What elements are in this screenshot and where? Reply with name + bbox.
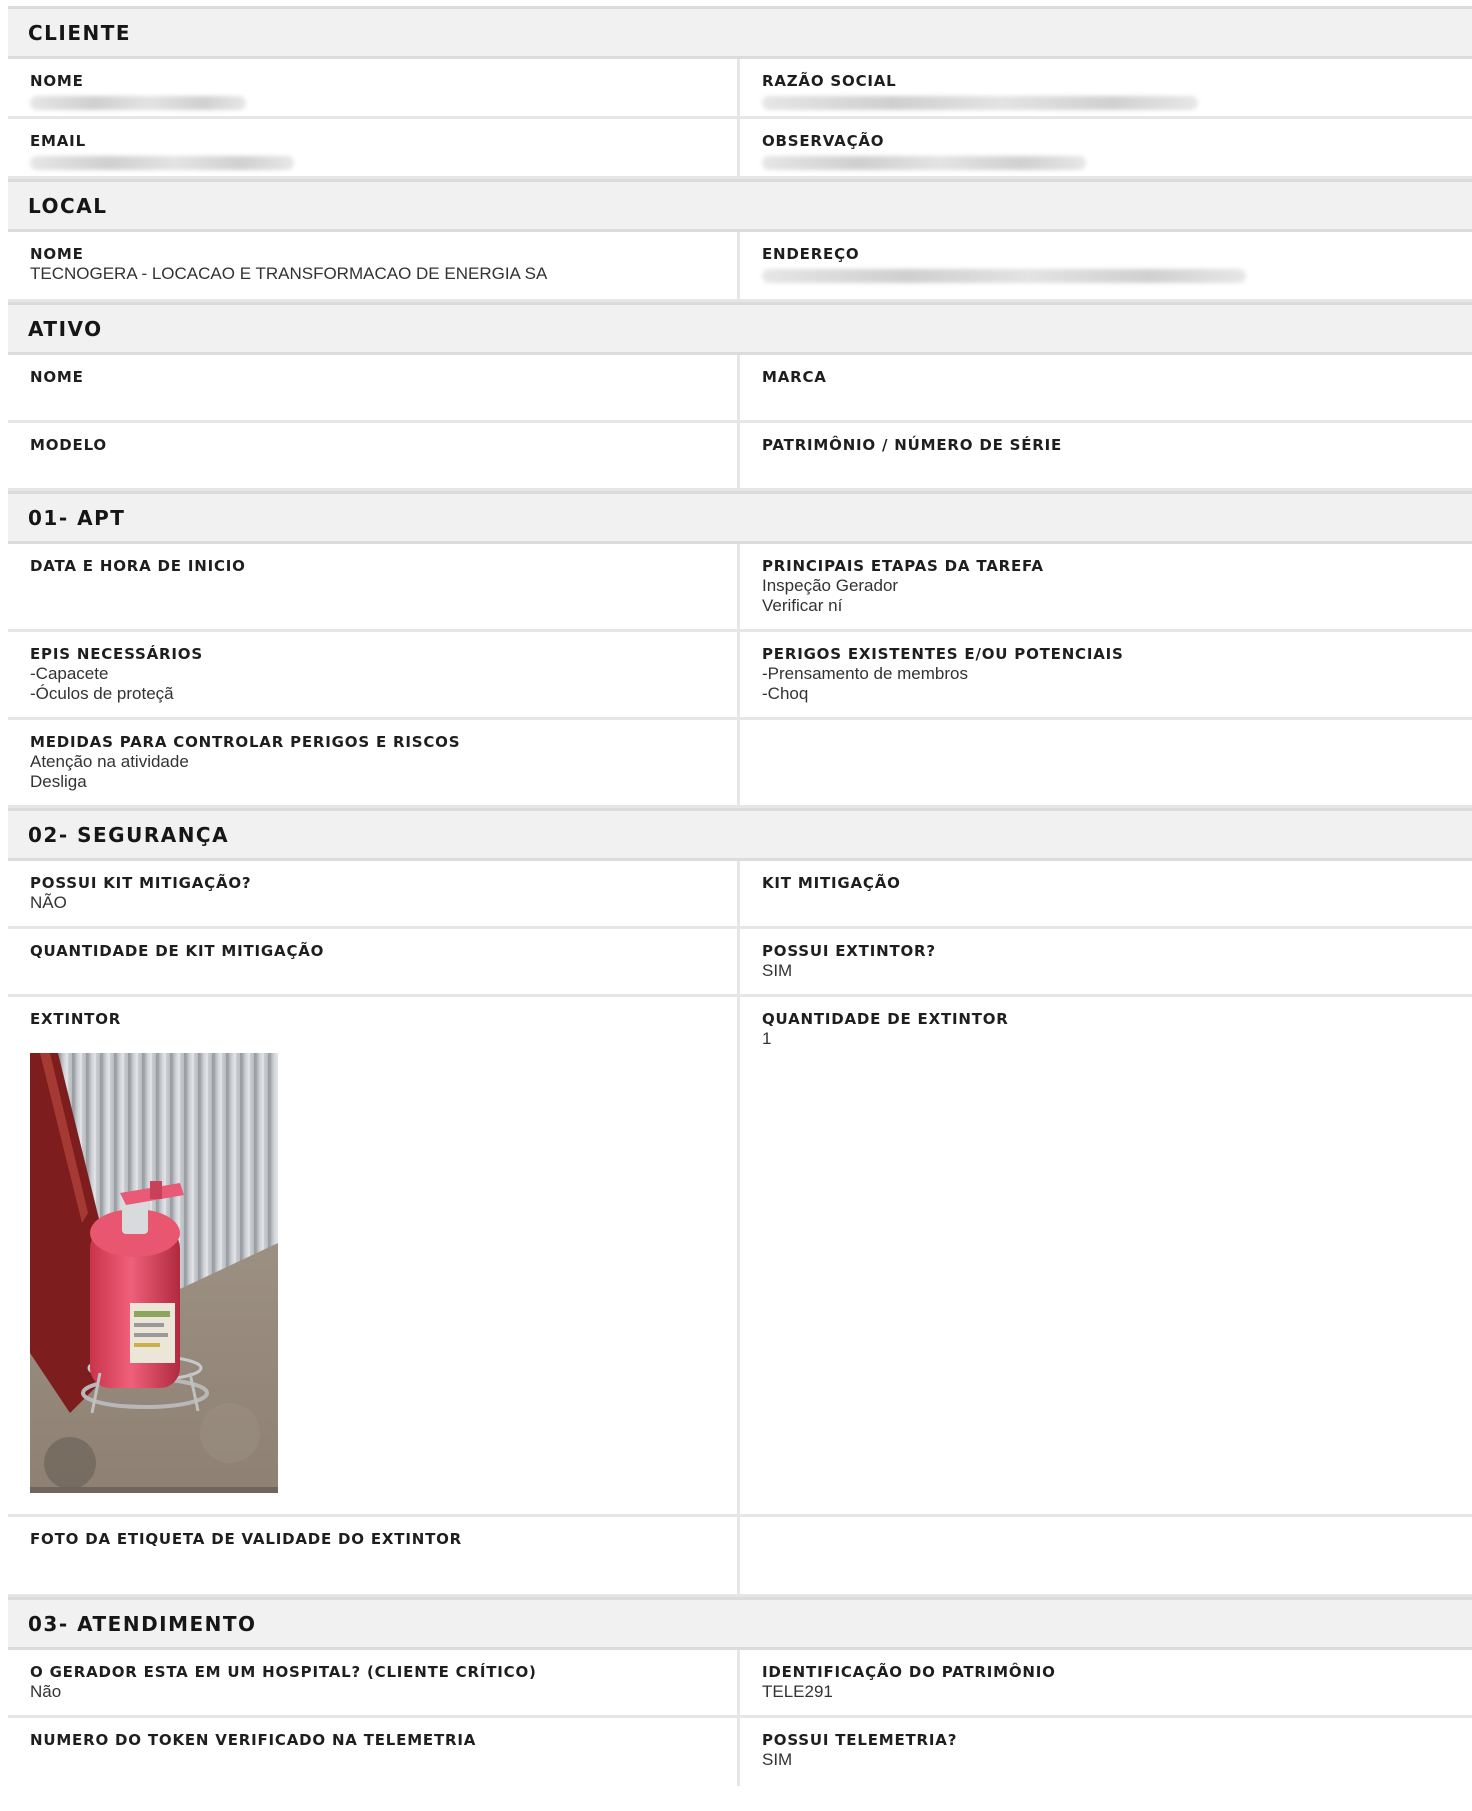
field-label: RAZÃO SOCIAL [762, 72, 897, 90]
cliente-obs-field: OBSERVAÇÃO [740, 119, 1472, 176]
section-title: 02- SEGURANÇA [28, 822, 230, 847]
field-label: NOME [30, 368, 84, 386]
field-label: EPIS NECESSÁRIOS [30, 645, 203, 663]
apt-data-field: DATA E HORA DE INICIO [8, 544, 740, 629]
field-row: EMAIL OBSERVAÇÃO [8, 119, 1472, 179]
ativo-patrimonio-field: PATRIMÔNIO / NÚMERO DE SÉRIE [740, 423, 1472, 488]
field-label: POSSUI TELEMETRIA? [762, 1731, 958, 1749]
field-label: KIT MITIGAÇÃO [762, 874, 901, 892]
field-label: POSSUI EXTINTOR? [762, 942, 936, 960]
section-local-header: LOCAL [8, 179, 1472, 232]
empty-cell [740, 1517, 1472, 1594]
section-title: ATIVO [28, 316, 103, 341]
field-label: FOTO DA ETIQUETA DE VALIDADE DO EXTINTOR [30, 1530, 462, 1548]
field-row: NOME TECNOGERA - LOCACAO E TRANSFORMACAO… [8, 232, 1472, 302]
hospital-field: O GERADOR ESTA EM UM HOSPITAL? (CLIENTE … [8, 1650, 740, 1715]
field-label: PRINCIPAIS ETAPAS DA TAREFA [762, 557, 1044, 575]
field-label: EXTINTOR [30, 1010, 122, 1028]
field-row: MODELO PATRIMÔNIO / NÚMERO DE SÉRIE [8, 423, 1472, 491]
telemetria-field: POSSUI TELEMETRIA? SIM [740, 1718, 1472, 1786]
field-label: QUANTIDADE DE EXTINTOR [762, 1010, 1009, 1028]
field-row: EXTINTOR QUANTIDADE DE EXTINTOR 1 [8, 997, 1472, 1517]
field-value: Não [30, 1682, 62, 1701]
section-title: 03- ATENDIMENTO [28, 1611, 257, 1636]
apt-etapas-field: PRINCIPAIS ETAPAS DA TAREFA Inspeção Ger… [740, 544, 1472, 629]
field-value: -Capacete -Óculos de proteçã [30, 664, 174, 703]
section-title: CLIENTE [28, 20, 132, 45]
field-label: QUANTIDADE DE KIT MITIGAÇÃO [30, 942, 325, 960]
field-value: 1 [762, 1029, 772, 1048]
field-row: MEDIDAS PARA CONTROLAR PERIGOS E RISCOS … [8, 720, 1472, 808]
redacted-value [762, 269, 1246, 283]
redacted-value [30, 96, 246, 110]
field-value: NÃO [30, 893, 67, 912]
section-apt-header: 01- APT [8, 491, 1472, 544]
field-value: -Prensamento de membros -Choq [762, 664, 968, 703]
apt-epis-field: EPIS NECESSÁRIOS -Capacete -Óculos de pr… [8, 632, 740, 717]
section-ativo-header: ATIVO [8, 302, 1472, 355]
field-row: FOTO DA ETIQUETA DE VALIDADE DO EXTINTOR [8, 1517, 1472, 1597]
kit-field: KIT MITIGAÇÃO [740, 861, 1472, 926]
section-seguranca-header: 02- SEGURANÇA [8, 808, 1472, 861]
apt-perigos-field: PERIGOS EXISTENTES E/OU POTENCIAIS -Pren… [740, 632, 1472, 717]
field-label: ENDEREÇO [762, 245, 860, 263]
field-row: EPIS NECESSÁRIOS -Capacete -Óculos de pr… [8, 632, 1472, 720]
field-label: O GERADOR ESTA EM UM HOSPITAL? (CLIENTE … [30, 1663, 537, 1681]
empty-cell [740, 720, 1472, 805]
section-title: 01- APT [28, 505, 126, 530]
extinguisher-photo[interactable] [30, 1053, 278, 1493]
apt-medidas-field: MEDIDAS PARA CONTROLAR PERIGOS E RISCOS … [8, 720, 740, 805]
field-label: OBSERVAÇÃO [762, 132, 885, 150]
local-endereco-field: ENDEREÇO [740, 232, 1472, 299]
field-label: EMAIL [30, 132, 86, 150]
ativo-modelo-field: MODELO [8, 423, 740, 488]
cliente-nome-field: NOME [8, 59, 740, 116]
field-value: SIM [762, 1750, 793, 1769]
section-title: LOCAL [28, 193, 108, 218]
field-label: DATA E HORA DE INICIO [30, 557, 246, 575]
field-value: TELE291 [762, 1682, 833, 1701]
field-row: NOME MARCA [8, 355, 1472, 423]
field-label: MEDIDAS PARA CONTROLAR PERIGOS E RISCOS [30, 733, 461, 751]
section-cliente-header: CLIENTE [8, 6, 1472, 59]
field-label: NUMERO DO TOKEN VERIFICADO NA TELEMETRIA [30, 1731, 477, 1749]
report-sheet: CLIENTE NOME RAZÃO SOCIAL EMAIL OBSERVAÇ… [8, 6, 1472, 1786]
field-label: MARCA [762, 368, 827, 386]
field-value: Inspeção Gerador Verificar ní [762, 576, 899, 615]
field-label: POSSUI KIT MITIGAÇÃO? [30, 874, 252, 892]
field-row: NOME RAZÃO SOCIAL [8, 59, 1472, 119]
possui-kit-field: POSSUI KIT MITIGAÇÃO? NÃO [8, 861, 740, 926]
redacted-value [762, 156, 1086, 170]
qtd-extintor-field: QUANTIDADE DE EXTINTOR 1 [740, 997, 1472, 1514]
cliente-razao-field: RAZÃO SOCIAL [740, 59, 1472, 116]
field-value: SIM [762, 961, 793, 980]
redacted-value [30, 156, 294, 170]
field-row: DATA E HORA DE INICIO PRINCIPAIS ETAPAS … [8, 544, 1472, 632]
field-label: PATRIMÔNIO / NÚMERO DE SÉRIE [762, 436, 1063, 454]
field-value: TECNOGERA - LOCACAO E TRANSFORMACAO DE E… [30, 264, 548, 283]
possui-extintor-field: POSSUI EXTINTOR? SIM [740, 929, 1472, 994]
cliente-email-field: EMAIL [8, 119, 740, 176]
field-label: IDENTIFICAÇÃO DO PATRIMÔNIO [762, 1663, 1056, 1681]
field-label: PERIGOS EXISTENTES E/OU POTENCIAIS [762, 645, 1124, 663]
section-atendimento-header: 03- ATENDIMENTO [8, 1597, 1472, 1650]
extintor-field: EXTINTOR [8, 997, 740, 1514]
field-row: NUMERO DO TOKEN VERIFICADO NA TELEMETRIA… [8, 1718, 1472, 1786]
identificacao-field: IDENTIFICAÇÃO DO PATRIMÔNIO TELE291 [740, 1650, 1472, 1715]
field-row: POSSUI KIT MITIGAÇÃO? NÃO KIT MITIGAÇÃO [8, 861, 1472, 929]
field-label: NOME [30, 72, 84, 90]
local-nome-field: NOME TECNOGERA - LOCACAO E TRANSFORMACAO… [8, 232, 740, 299]
field-row: O GERADOR ESTA EM UM HOSPITAL? (CLIENTE … [8, 1650, 1472, 1718]
ativo-marca-field: MARCA [740, 355, 1472, 420]
field-label: NOME [30, 245, 84, 263]
qtd-kit-field: QUANTIDADE DE KIT MITIGAÇÃO [8, 929, 740, 994]
field-value: Atenção na atividade Desliga [30, 752, 189, 791]
foto-etiqueta-field: FOTO DA ETIQUETA DE VALIDADE DO EXTINTOR [8, 1517, 740, 1594]
field-label: MODELO [30, 436, 107, 454]
field-row: QUANTIDADE DE KIT MITIGAÇÃO POSSUI EXTIN… [8, 929, 1472, 997]
ativo-nome-field: NOME [8, 355, 740, 420]
redacted-value [762, 96, 1198, 110]
token-field: NUMERO DO TOKEN VERIFICADO NA TELEMETRIA [8, 1718, 740, 1786]
